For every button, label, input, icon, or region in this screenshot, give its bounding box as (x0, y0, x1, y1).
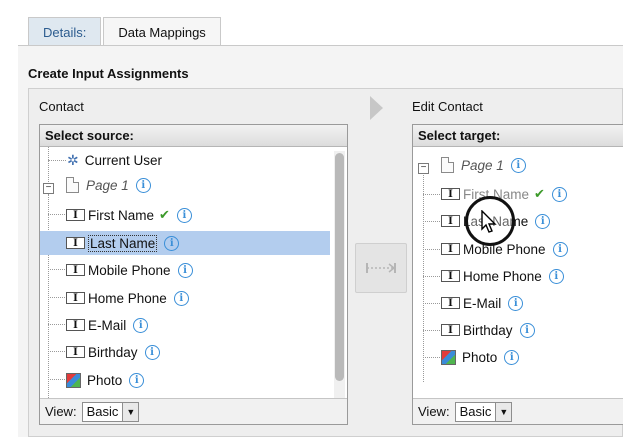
target-view-select[interactable]: Basic ▼ (454, 401, 513, 422)
page-icon (66, 177, 79, 193)
view-select-value: Basic (86, 404, 119, 419)
tree-item-label: Last Name (88, 234, 158, 252)
text-field-icon: I (66, 292, 85, 304)
photo-icon (441, 349, 456, 365)
text-field-icon: I (441, 324, 460, 336)
info-icon[interactable]: i (510, 157, 526, 173)
section-title: Create Input Assignments (28, 66, 189, 81)
text-field-icon: I (66, 209, 85, 221)
tab-details[interactable]: Details: (28, 17, 102, 46)
collapse-icon[interactable]: − (43, 183, 54, 194)
text-field-icon: I (66, 346, 85, 358)
tree-item-photo[interactable]: Photo i (441, 345, 520, 369)
tree-item-last-name[interactable]: I Last Name i (40, 231, 330, 255)
tree-item-email[interactable]: I E-Mail i (441, 291, 524, 315)
map-button[interactable] (355, 243, 407, 293)
info-icon[interactable]: i (535, 213, 551, 229)
text-field-icon: I (441, 215, 460, 227)
tree-item-page1[interactable]: Page 1 i (441, 153, 526, 177)
tree-item-label: Birthday (88, 344, 138, 360)
info-icon[interactable]: i (552, 241, 568, 257)
tree-item-label: Page 1 (461, 157, 504, 173)
chevron-down-icon[interactable]: ▼ (122, 402, 139, 421)
collapse-icon[interactable]: − (418, 163, 429, 174)
tab-bar: Details: Data Mappings (28, 17, 223, 46)
info-icon[interactable]: i (176, 207, 192, 223)
info-icon[interactable]: i (135, 177, 151, 193)
tree-item-label: E-Mail (463, 295, 502, 311)
target-listbox: Select target: − Page 1 i I First Name ✔… (412, 124, 623, 425)
check-icon: ✔ (534, 186, 545, 201)
info-icon[interactable]: i (164, 235, 180, 251)
text-field-icon: I (441, 243, 460, 255)
tree-item-label: First Name (88, 207, 155, 223)
tree-item-label: Birthday (463, 322, 513, 338)
tree-item-home-phone[interactable]: I Home Phone i (441, 264, 564, 288)
info-icon[interactable]: i (173, 290, 189, 306)
tree-item-label: Photo (87, 372, 123, 388)
info-icon[interactable]: i (144, 344, 160, 360)
view-label: View: (45, 404, 77, 419)
tree-item-label: Home Phone (463, 268, 542, 284)
info-icon[interactable]: i (129, 372, 145, 388)
text-field-icon: I (66, 319, 85, 331)
tree-item-photo[interactable]: Photo i (66, 368, 145, 392)
tree-item-current-user[interactable]: ✲ Current User (67, 148, 162, 172)
tree-item-home-phone[interactable]: I Home Phone i (66, 286, 189, 310)
info-icon[interactable]: i (548, 268, 564, 284)
text-field-icon: I (66, 237, 85, 249)
source-listbox: Select source: ✲ Current User − Page 1 i… (39, 124, 348, 425)
tree-item-birthday[interactable]: I Birthday i (66, 340, 160, 364)
tab-data-mappings[interactable]: Data Mappings (103, 17, 221, 46)
page-icon (441, 157, 454, 173)
tree-item-email[interactable]: I E-Mail i (66, 313, 149, 337)
info-icon[interactable]: i (504, 349, 520, 365)
target-view-bar: View: Basic ▼ (413, 398, 623, 424)
tree-item-birthday[interactable]: I Birthday i (441, 318, 535, 342)
connect-icon (366, 263, 396, 273)
photo-icon (66, 372, 81, 388)
text-field-icon: I (441, 188, 460, 200)
tree-item-mobile-phone[interactable]: I Mobile Phone i (66, 258, 193, 282)
tree-item-label: Current User (84, 152, 163, 168)
tree-item-first-name[interactable]: I First Name ✔ i (66, 203, 192, 227)
info-icon[interactable]: i (177, 262, 193, 278)
source-scrollbar[interactable] (334, 151, 345, 398)
tree-item-label: Mobile Phone (463, 241, 546, 257)
source-column-label: Contact (39, 99, 84, 114)
info-icon[interactable]: i (508, 295, 524, 311)
arrow-right-icon (370, 96, 383, 120)
chevron-down-icon[interactable]: ▼ (495, 402, 512, 421)
tree-item-label: E-Mail (88, 317, 127, 333)
view-select-value: Basic (459, 404, 492, 419)
tree-item-label: Photo (462, 349, 498, 365)
scroll-thumb[interactable] (335, 153, 344, 381)
info-icon[interactable]: i (519, 322, 535, 338)
info-icon[interactable]: i (133, 317, 149, 333)
gear-icon: ✲ (67, 151, 79, 168)
source-listbox-header: Select source: (40, 125, 347, 147)
source-view-bar: View: Basic ▼ (40, 398, 347, 424)
check-icon: ✔ (159, 207, 170, 222)
tree-item-label: Mobile Phone (88, 262, 171, 278)
view-label: View: (418, 404, 450, 419)
mouse-pointer-icon (481, 210, 497, 233)
target-column-label: Edit Contact (412, 99, 483, 114)
text-field-icon: I (66, 264, 85, 276)
target-listbox-header: Select target: (413, 125, 623, 147)
text-field-icon: I (441, 297, 460, 309)
tree-item-page1[interactable]: Page 1 i (66, 173, 151, 197)
info-icon[interactable]: i (551, 186, 567, 202)
source-view-select[interactable]: Basic ▼ (81, 401, 140, 422)
tree-item-label: Page 1 (86, 177, 129, 193)
tree-item-label: Home Phone (88, 290, 167, 306)
text-field-icon: I (441, 270, 460, 282)
